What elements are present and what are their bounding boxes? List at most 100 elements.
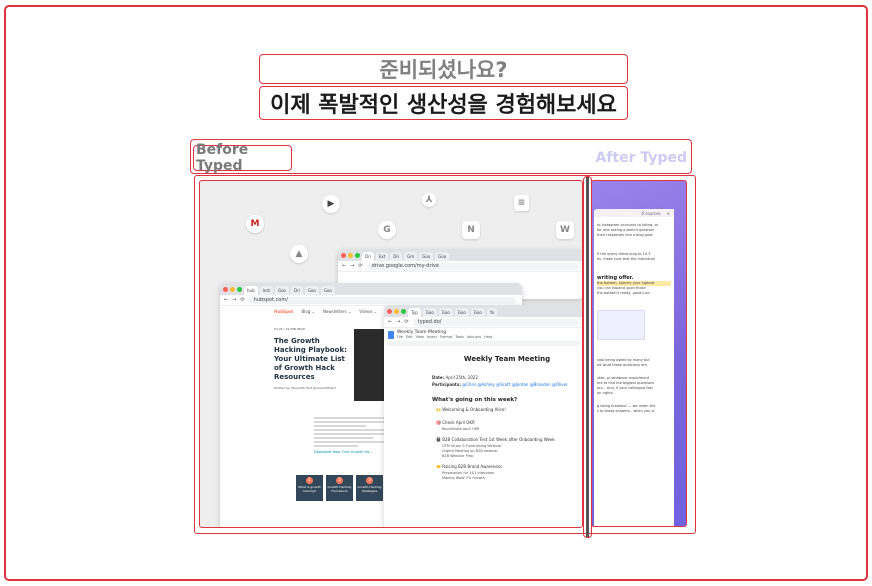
hubspot-nav-item[interactable]: Newsletters ⌄ [323, 309, 351, 314]
before-typed-label: Before Typed [193, 142, 292, 174]
after-typed-label: After Typed [595, 150, 687, 166]
hubspot-tab[interactable]: Goo [304, 286, 319, 295]
hubspot-tab[interactable]: Dri [290, 286, 303, 295]
typed-tab[interactable]: Typ [408, 308, 421, 317]
article-card[interactable]: 3 Growth Hacking Strategies [356, 475, 383, 501]
doc-toolbar[interactable] [387, 341, 581, 346]
hubspot-tab[interactable]: Goo [320, 286, 335, 295]
hubspot-tab[interactable]: hub [244, 286, 258, 295]
reload-icon[interactable]: ⟳ [404, 319, 408, 325]
doc-date: April 25th, 2022 [445, 375, 478, 380]
hubspot-nav-item[interactable]: Blog ⌄ [301, 309, 314, 314]
after-embedded-image [597, 310, 645, 340]
doc-subitem: B2B Webinar Prep [442, 454, 474, 458]
menu-view[interactable]: View [416, 335, 424, 339]
hubspot-url-field[interactable]: hubspot.com/ [248, 296, 516, 304]
typed-tab[interactable]: Goo [470, 308, 485, 317]
doc-item: 📓 B2B Collaboration Test 1st Week after … [436, 437, 555, 442]
menu-tools[interactable]: Tools [455, 335, 464, 339]
comparison-slider-handle[interactable] [583, 176, 592, 538]
article-card[interactable]: 1 What is growth hacking? [296, 475, 323, 501]
hubspot-tab-bar: hub Inst Goo Dri Goo Goo [220, 283, 522, 295]
docs-icon: ≡ [514, 195, 529, 211]
typed-browser-window: Typ Goo Goo Goo Goo Yo ← → ⟳ typed.do/ Wee… [384, 305, 582, 527]
drive-tab-bar: Dri Ext Dri Gm Goo Goo [338, 249, 582, 261]
doc-page: Weekly Team Meeting Date: April 25th, 20… [432, 355, 582, 480]
word-icon: W [556, 221, 574, 239]
drive-tab[interactable]: Goo [435, 252, 450, 261]
google-icon: G [378, 221, 396, 239]
article-cards: 1 What is growth hacking? 2 Growth Hacki… [296, 475, 383, 501]
acrobat-icon: ⅄ [422, 193, 436, 207]
article-body: Download Now: Free Growth Ha... [314, 415, 388, 454]
typed-address-bar: ← → ⟳ typed.do/ [384, 317, 582, 328]
doc-item: 🎯 Check April OKR [436, 420, 475, 425]
hubspot-logo[interactable]: HubSpot [274, 309, 293, 314]
typed-tab[interactable]: Goo [438, 308, 453, 317]
article-author: Written by: Meredith Hart @meredithhart [274, 386, 336, 390]
doc-menu: File Edit View Insert Format Tools Add-o… [397, 335, 492, 339]
back-icon[interactable]: ← [388, 319, 392, 325]
hubspot-tab[interactable]: Goo [274, 286, 289, 295]
menu-format[interactable]: Format [440, 335, 452, 339]
drive-tab[interactable]: Gm [404, 252, 418, 261]
hero-headline: 이제 폭발적인 생산성을 경험해보세요 [259, 86, 628, 120]
close-icon[interactable]: ✕ [667, 211, 670, 216]
reload-icon[interactable]: ⟳ [358, 263, 362, 269]
doc-subitem: Recalibrate April OKR [442, 427, 480, 431]
hero-kicker: 준비되셨나요? [259, 54, 628, 84]
after-pane: 6 sources ✕ to Instagram accounts to fol… [591, 180, 687, 527]
doc-subitem: Preparation for 1&1 interview [442, 471, 494, 475]
notion-icon: N [462, 221, 480, 239]
typed-tab-bar: Typ Goo Goo Goo Goo Yo [384, 305, 582, 317]
doc-item: 🤝 Raising B2B Brand Awareness [436, 464, 503, 469]
doc-subitem: Urgent Meeting on B2B webinar [442, 449, 498, 453]
typed-app-window: 6 sources ✕ to Instagram accounts to fol… [594, 209, 674, 526]
article-date: 04.05 | 19 MIN READ [274, 327, 306, 331]
article-card[interactable]: 2 Growth Hacking Framework [326, 475, 353, 501]
forward-icon[interactable]: → [396, 319, 400, 325]
menu-file[interactable]: File [397, 335, 403, 339]
article-title: The Growth Hacking Playbook: Your Ultima… [274, 337, 347, 381]
menu-help[interactable]: Help [484, 335, 492, 339]
typed-app-content: to Instagram accounts to follow, or for … [594, 217, 674, 414]
reload-icon[interactable]: ⟳ [240, 297, 244, 303]
drive-url-field[interactable]: drive.google.com/my-drive [366, 262, 578, 270]
typed-url-field[interactable]: typed.do/ [412, 318, 578, 326]
hubspot-tab[interactable]: Inst [259, 286, 273, 295]
sources-count[interactable]: 6 sources [641, 211, 660, 216]
drive-tab[interactable]: Ext [375, 252, 389, 261]
doc-header: Weekly Team Meeting File Edit View Inser… [384, 328, 582, 341]
drive-tab[interactable]: Goo [419, 252, 434, 261]
menu-addons[interactable]: Add-ons [467, 335, 481, 339]
back-icon[interactable]: ← [342, 263, 346, 269]
forward-icon[interactable]: → [350, 263, 354, 269]
hubspot-nav-item[interactable]: Videos ⌄ [359, 309, 377, 314]
forward-icon[interactable]: → [232, 297, 236, 303]
doc-subitem: GTM Study & Fundraising Webinar [442, 444, 502, 448]
doc-subitem: Making WoW 7% Growth [442, 476, 486, 480]
docs-icon [388, 330, 394, 339]
typed-tab[interactable]: Goo [422, 308, 437, 317]
before-pane: M ▶ ⅄ ≡ G N W ▲ Dri Ext Dri Gm Goo Goo ←… [199, 180, 583, 528]
drive-tab[interactable]: Dri [390, 252, 403, 261]
after-text-line: s to those answers - when you vi [597, 409, 655, 413]
typed-tab[interactable]: Yo [486, 308, 498, 317]
article-hero-image [354, 329, 384, 401]
gmail-icon: M [246, 215, 264, 233]
doc-section-heading: What's going on this week? [432, 397, 518, 403]
menu-edit[interactable]: Edit [406, 335, 413, 339]
back-icon[interactable]: ← [224, 297, 228, 303]
hubspot-article-header: 04.05 | 19 MIN READ The Growth Hacking P… [274, 327, 350, 390]
drive-address-bar: ← → ⟳ drive.google.com/my-drive [338, 261, 582, 272]
doc-item: 🙌 Welcoming & Onboarding Alice! [436, 407, 506, 412]
article-cta-link[interactable]: Download Now: Free Growth Ha... [314, 450, 388, 454]
after-text-line: the bottom's ready, good luck. [597, 291, 651, 295]
drive-icon: ▲ [290, 245, 308, 263]
youtube-icon: ▶ [322, 195, 340, 213]
typed-app-toolbar: 6 sources ✕ [594, 209, 674, 217]
typed-tab[interactable]: Goo [454, 308, 469, 317]
doc-participants: @Chris @Ashley @Scott @Jordan @Brandon @… [462, 382, 568, 387]
drive-tab[interactable]: Dri [362, 252, 374, 261]
menu-insert[interactable]: Insert [427, 335, 437, 339]
